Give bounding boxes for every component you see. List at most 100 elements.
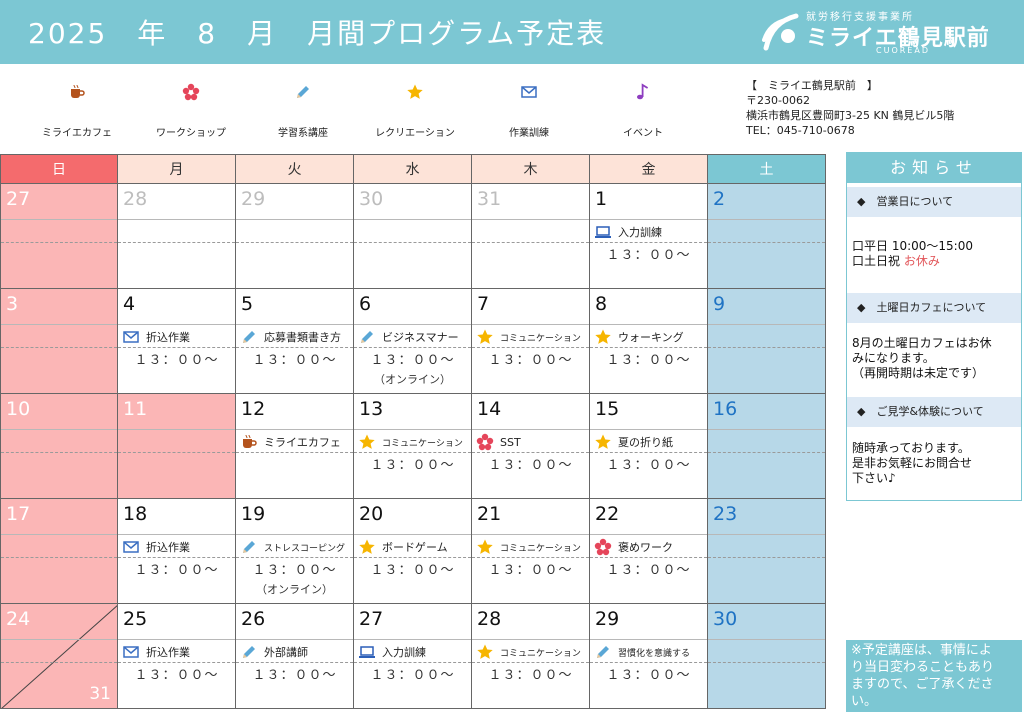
closed-label: お休み [903,254,940,268]
calendar-day-cell[interactable]: 16 [708,394,826,499]
calendar-day-cell[interactable]: 20 ボードゲーム １３：００～ [354,499,472,604]
calendar-day-cell[interactable]: 23 [708,499,826,604]
footnote-line: り当日変わることもあり [851,660,995,675]
calendar-day-cell[interactable]: 15 夏の折り紙 １３：００～ [590,394,708,499]
program-event[interactable]: ビジネスマナー [358,327,459,347]
program-event[interactable]: 褒めワーク [594,537,673,557]
day-number: 3 [6,293,19,315]
program-event[interactable]: 入力訓練 [358,642,426,662]
calendar-day-cell[interactable]: 5 応募書類書き方 １３：００～ [236,289,354,394]
program-event[interactable]: 折込作業 [122,537,190,557]
brand-logo: 就労移行支援事業所 ミライエ鶴見駅前 CUOREAD [760,6,1010,60]
calendar-day-cell[interactable]: 31 [472,184,590,289]
row-divider-dashed [708,347,825,348]
weekday-header: 火 [236,154,354,184]
calendar-day-cell[interactable]: 27 [0,184,118,289]
notice-panel: お知らせ ◆ 営業日について 口平日 10:00～15:00 口土日祝 お休み … [846,152,1022,501]
day-number: 27 [359,608,384,630]
program-event[interactable]: 応募書類書き方 [240,327,341,347]
calendar-day-cell[interactable]: 2 [708,184,826,289]
calendar-day-cell[interactable]: 21 コミュニケーション １３：００～ [472,499,590,604]
calendar-day-cell[interactable]: 12 ミライエカフェ [236,394,354,499]
row-divider [708,219,825,220]
calendar-day-cell[interactable]: 7 コミュニケーション １３：００～ [472,289,590,394]
day-number: 8 [595,293,608,315]
calendar-day-cell[interactable]: 29 習慣化を意識する １３：００～ [590,604,708,709]
calendar-day-cell[interactable]: 30 [708,604,826,709]
event-name: コミュニケーション [500,543,581,554]
row-divider [354,219,471,220]
calendar-day-cell[interactable]: 9 [708,289,826,394]
row-divider [1,324,117,325]
row-divider-dashed [118,347,235,348]
day-number: 20 [359,503,384,525]
legend: ミライエカフェ ワークショップ 学習系講座 レクリエーション 作業訓練 イベント [0,64,720,152]
calendar-day-cell[interactable]: 13 コミュニケーション １３：００～ [354,394,472,499]
legend-label: 作業訓練 [509,128,549,139]
program-event[interactable]: コミュニケーション [476,327,581,347]
calendar-day-cell[interactable]: 11 [118,394,236,499]
calendar-day-cell[interactable]: 22 褒めワーク １３：００～ [590,499,708,604]
notice-heading-visit: ◆ ご見学&体験について [847,397,1021,427]
calendar-day-cell[interactable]: 3 [0,289,118,394]
program-event[interactable]: SST [476,432,521,452]
row-divider [1,219,117,220]
program-event[interactable]: 折込作業 [122,642,190,662]
row-divider-dashed [118,557,235,558]
calendar-day-cell[interactable]: 28 コミュニケーション １３：００～ [472,604,590,709]
program-event[interactable]: 習慣化を意識する [594,642,690,662]
calendar-day-cell[interactable]: 10 [0,394,118,499]
calendar-day-cell[interactable]: 29 [236,184,354,289]
row-divider [236,219,353,220]
program-event[interactable]: ミライエカフェ [240,432,341,452]
program-event[interactable]: 折込作業 [122,327,190,347]
notice-line: 是非お気軽にお問合せ [852,456,973,470]
calendar-day-cell[interactable]: 19 ストレスコーピング １３：００～ （オンライン） [236,499,354,604]
program-event[interactable]: 夏の折り紙 [594,432,673,452]
program-event[interactable]: 外部講師 [240,642,308,662]
row-divider [236,534,353,535]
laptop-icon [358,643,376,661]
calendar-day-cell[interactable]: 8 ウォーキング １３：００～ [590,289,708,394]
program-event[interactable]: コミュニケーション [476,642,581,662]
weekday-header: 水 [354,154,472,184]
day-number: 1 [595,188,608,210]
calendar-day-cell[interactable]: 14 SST １３：００～ [472,394,590,499]
star-icon [476,328,494,346]
day-number: 18 [123,503,148,525]
program-event[interactable]: コミュニケーション [476,537,581,557]
legend-label: イベント [623,128,663,139]
notice-body-saturday-cafe: 8月の土曜日カフェはお休 みになります。 （再開時期は未定です） [852,336,1020,381]
calendar-day-cell[interactable]: 4 折込作業 １３：００～ [118,289,236,394]
legend-label: ワークショップ [156,128,226,139]
event-name: 習慣化を意識する [618,648,691,659]
program-event[interactable]: ストレスコーピング [240,537,345,557]
calendar-day-cell[interactable]: 28 [118,184,236,289]
calendar-day-cell[interactable]: 26 外部講師 １３：００～ [236,604,354,709]
row-divider [118,429,235,430]
weekday-header: 月 [118,154,236,184]
program-event[interactable]: ボードゲーム [358,537,448,557]
calendar-day-cell[interactable]: 17 [0,499,118,604]
day-number-secondary: 31 [89,684,111,704]
legend-item-pencil: 学習系講座 [244,64,362,152]
row-divider-dashed [708,662,825,663]
row-divider [472,534,589,535]
calendar-day-cell[interactable]: 1 入力訓練 １３：００～ [590,184,708,289]
calendar-day-cell[interactable]: 30 [354,184,472,289]
notice-heading-saturday-cafe: ◆ 土曜日カフェについて [847,293,1021,323]
program-event[interactable]: 入力訓練 [594,222,662,242]
event-time: １３：００～ [134,563,219,578]
row-divider [590,639,707,640]
calendar-day-cell[interactable]: 6 ビジネスマナー １３：００～ （オンライン） [354,289,472,394]
calendar-day-cell[interactable]: 27 入力訓練 １３：００～ [354,604,472,709]
calendar-day-cell[interactable]: 25 折込作業 １３：００～ [118,604,236,709]
row-divider-dashed [354,452,471,453]
footnote-line: ※予定講座は、事情によ [851,643,992,658]
program-event[interactable]: コミュニケーション [358,432,463,452]
row-divider-dashed [1,347,117,348]
program-event[interactable]: ウォーキング [594,327,684,347]
calendar-day-cell[interactable]: 24 31 [0,604,118,709]
calendar-day-cell[interactable]: 18 折込作業 １３：００～ [118,499,236,604]
row-divider [354,429,471,430]
